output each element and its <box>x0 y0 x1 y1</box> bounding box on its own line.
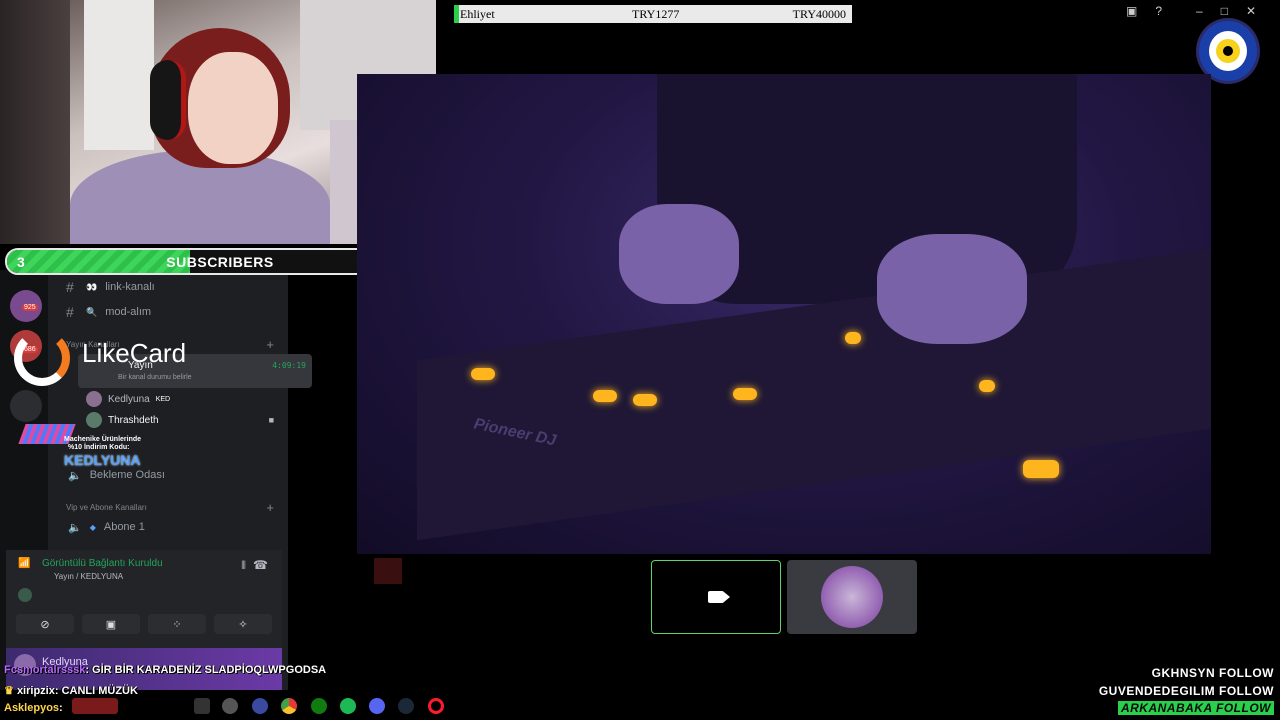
windows-taskbar <box>0 694 470 720</box>
noise-suppression-icon[interactable]: ⦀ <box>241 560 246 573</box>
channel-label: mod-alım <box>105 306 152 318</box>
channel-label: link-kanalı <box>105 281 155 293</box>
voice-connection-panel: 📶 Görüntülü Bağlantı Kuruldu Yayın / KED… <box>6 550 282 648</box>
minimize-icon[interactable]: – <box>1196 4 1203 18</box>
eye-iris <box>1216 39 1240 63</box>
screen-share-icon: ▣ <box>105 618 117 631</box>
ticker-amount-2: TRY40000 <box>792 7 846 21</box>
soundboard-icon: ✧ <box>238 618 248 631</box>
screen-share-video[interactable]: Pioneer DJ <box>357 74 1211 554</box>
activities-icon: ⁘ <box>172 618 182 631</box>
person-face <box>188 52 278 164</box>
follow-alert-latest: ARKANABAKA FOLLOW <box>1117 701 1274 715</box>
pad-light <box>1023 460 1059 478</box>
chrome-icon[interactable] <box>281 698 297 714</box>
category-vip[interactable]: Vip ve Abone Kanalları <box>66 503 147 512</box>
participant-tile-camera[interactable] <box>651 560 781 634</box>
promo-line-1: Machenike Ürünlerinde <box>64 436 142 443</box>
obs-icon[interactable] <box>222 698 238 714</box>
avatar <box>821 566 883 628</box>
dj-hand-right <box>877 234 1027 344</box>
likecard-logo-icon <box>14 330 70 386</box>
stream-indicator <box>374 558 402 584</box>
help-icon[interactable]: ? <box>1155 4 1162 18</box>
voice-channel-status[interactable]: Bir kanal durumu belirle <box>118 374 192 381</box>
camera-lens <box>724 592 730 602</box>
camera-icon: ■ <box>268 415 274 425</box>
chat-text: : GİR BİR KARADENİZ SLADPİOQLWPGODSA <box>85 664 327 676</box>
soundboard-button[interactable]: ✧ <box>214 614 272 634</box>
eye-white <box>1209 31 1247 71</box>
promo-banner: Machenike Ürünlerinde %10 İndirim Kodu: … <box>18 420 188 478</box>
pad-light <box>979 380 995 392</box>
window <box>84 0 154 150</box>
maximize-icon[interactable]: □ <box>1221 4 1228 18</box>
screen-share-button[interactable]: ▣ <box>82 614 140 634</box>
pad-light <box>633 394 657 406</box>
curtain <box>0 0 70 244</box>
voice-connected-title: Görüntülü Bağlantı Kuruldu <box>42 558 163 569</box>
opera-icon[interactable] <box>428 698 444 714</box>
eye-pupil <box>1223 46 1233 56</box>
stream-canvas: 925 686 # 👀 link-kanalı # 🔍 mod-alım Yay… <box>0 0 1280 720</box>
dj-hand-left <box>619 204 739 304</box>
channel-label: Abone 1 <box>103 521 145 533</box>
follow-alert: ARKANABAKA FOLLOW <box>1117 701 1274 715</box>
discord-channel-list: # 👀 link-kanalı # 🔍 mod-alım Yayın Kanal… <box>6 270 312 690</box>
participant-tile-avatar[interactable] <box>787 560 917 634</box>
pad-light <box>471 368 495 380</box>
discord-icon[interactable] <box>369 698 385 714</box>
follow-alert: GKHNSYN FOLLOW <box>1151 666 1274 680</box>
chat-message: Fcsmortalrsssk: GİR BİR KARADENİZ SLADPİ… <box>4 664 326 676</box>
spotify-icon[interactable] <box>340 698 356 714</box>
channel-link-kanali[interactable]: # 👀 link-kanalı <box>66 276 155 298</box>
window-controls: ▣ ? – □ ✕ <box>1126 4 1256 18</box>
activities-button[interactable]: ⁘ <box>148 614 206 634</box>
member-name: Kedlyuna <box>108 393 150 405</box>
pad-light <box>733 388 757 400</box>
voice-member[interactable]: Kedlyuna KED <box>86 390 170 408</box>
hash-icon: # <box>66 279 74 295</box>
close-icon[interactable]: ✕ <box>1246 4 1256 18</box>
voice-timer: 4:09:19 <box>272 361 306 370</box>
link-icon: 👀 <box>86 281 98 292</box>
ticker-item: Ehliyet <box>460 7 495 21</box>
camera-off-icon: ⊘ <box>40 618 50 631</box>
avatar <box>18 588 32 602</box>
donation-ticker: Ehliyet TRY1277 TRY40000 <box>454 5 852 23</box>
xbox-icon[interactable] <box>311 698 327 714</box>
camera-icon <box>708 591 724 603</box>
pad-light <box>593 390 617 402</box>
disconnect-icon[interactable]: ☎ <box>253 558 268 572</box>
chat-username: Fcsmortalrsssk <box>4 664 86 676</box>
pad-light <box>845 332 861 344</box>
add-channel-icon[interactable]: + <box>266 500 274 515</box>
server-icon[interactable] <box>10 390 42 422</box>
search-icon: 🔍 <box>86 306 98 317</box>
camera-off-button[interactable]: ⊘ <box>16 614 74 634</box>
member-badge: KED <box>155 395 171 403</box>
add-channel-icon[interactable]: + <box>266 337 274 352</box>
headset-icon <box>150 60 186 140</box>
ticker-accent <box>454 5 459 23</box>
notification-badge: 925 <box>22 304 38 311</box>
signal-icon: 📶 <box>18 558 31 569</box>
taskbar-search[interactable] <box>72 698 118 714</box>
avatar <box>86 391 102 407</box>
promo-code: KEDLYUNA <box>64 452 141 468</box>
voice-channel-abone-1[interactable]: 🔈 ◆ Abone 1 <box>68 516 145 538</box>
speaker-icon: 🔈 <box>68 521 82 534</box>
diamond-icon: ◆ <box>89 522 96 532</box>
follow-alert: GUVENDEDEGILIM FOLLOW <box>1098 684 1274 698</box>
hash-icon: # <box>66 304 74 320</box>
steam-icon[interactable] <box>398 698 414 714</box>
app-icon[interactable] <box>252 698 268 714</box>
ticker-amount-1: TRY1277 <box>632 7 680 21</box>
channel-mod-alim[interactable]: # 🔍 mod-alım <box>66 301 151 323</box>
epic-games-icon[interactable] <box>194 698 210 714</box>
sponsor-brand: LikeCard <box>82 338 187 368</box>
promo-line-2: %10 İndirim Kodu: <box>68 444 130 451</box>
inbox-icon[interactable]: ▣ <box>1126 4 1137 18</box>
voice-connected-subtitle[interactable]: Yayın / KEDLYUNA <box>54 572 123 581</box>
